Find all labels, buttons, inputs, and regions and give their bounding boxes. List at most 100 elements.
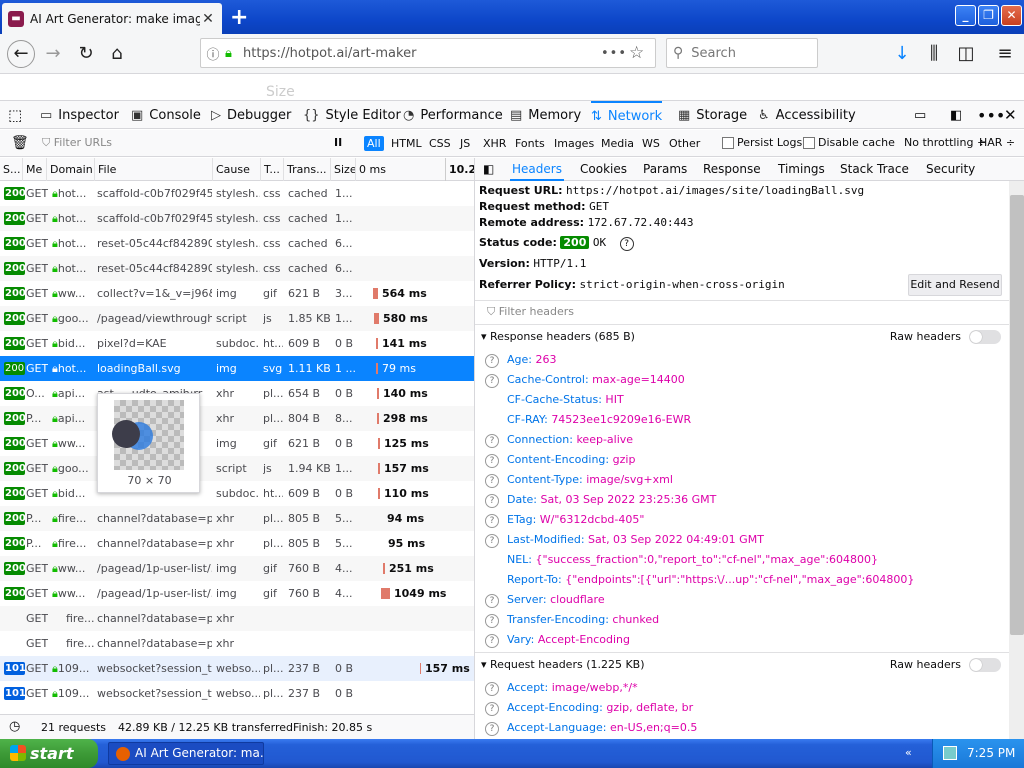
help-icon[interactable]: ? — [485, 534, 499, 548]
table-row[interactable]: 200 GET 🔒︎goo... script js 1.94 KB 1... 157 ms — [0, 456, 474, 481]
table-row[interactable]: GET fire...channel?database=pr... xhr — [0, 606, 474, 631]
help-icon[interactable]: ? — [485, 354, 499, 368]
tab-cookies[interactable]: Cookies — [578, 158, 629, 181]
close-tab-icon[interactable]: ✕ — [200, 11, 216, 27]
table-row[interactable]: 101 GET 🔒︎109... websocket?session_t... webs… — [0, 681, 474, 706]
help-icon[interactable]: ? — [485, 702, 499, 716]
page-actions-icon[interactable]: ••• — [601, 46, 629, 61]
table-row[interactable]: 200GET 🔒︎bid... pixel?d=KAE subdoc...ht... 6… — [0, 331, 474, 356]
help-icon[interactable]: ? — [485, 434, 499, 448]
tab-security[interactable]: Security — [924, 158, 977, 181]
col-status[interactable]: S... — [0, 158, 23, 181]
raw-headers-toggle[interactable] — [969, 330, 1001, 344]
back-icon[interactable]: ← — [7, 40, 35, 68]
tab-console[interactable]: ▣ Console — [131, 101, 201, 129]
tab-debugger[interactable]: ▷ Debugger — [211, 101, 291, 129]
url-bar[interactable]: ⓘ 🔒︎ https://hotpot.ai/art-maker ••• ☆ — [200, 38, 656, 68]
edit-and-resend-button[interactable]: Edit and Resend — [908, 274, 1002, 296]
raw-headers-toggle[interactable] — [969, 658, 1001, 672]
minimize-button[interactable]: _ — [955, 5, 976, 26]
help-icon[interactable]: ? — [485, 494, 499, 508]
tab-performance[interactable]: ◔ Performance — [403, 101, 503, 129]
reload-icon[interactable]: ↻ — [73, 41, 99, 67]
filter-all[interactable]: All — [364, 136, 384, 151]
table-row[interactable]: 200 GET 🔒︎ww... /pagead/1p-user-list/... img… — [0, 581, 474, 606]
filter-media[interactable]: Media — [598, 136, 637, 151]
help-icon[interactable]: ? — [485, 454, 499, 468]
filter-ws[interactable]: WS — [639, 136, 663, 151]
help-icon[interactable]: ? — [485, 682, 499, 696]
scrollbar-thumb[interactable] — [1010, 195, 1024, 635]
col-size[interactable]: Size — [331, 158, 356, 181]
new-tab-button[interactable]: + — [230, 5, 248, 30]
table-row[interactable]: 200 GET 🔒︎goo... /pagead/viewthrough... scri… — [0, 306, 474, 331]
trash-icon[interactable]: 🗑︎ — [11, 135, 29, 151]
help-icon[interactable]: ? — [485, 474, 499, 488]
filter-fonts[interactable]: Fonts — [512, 136, 548, 151]
throttling-select[interactable]: No throttling ÷ — [904, 136, 986, 149]
more-options-icon[interactable]: ••• — [977, 101, 1005, 129]
tab-headers[interactable]: Headers — [510, 158, 564, 181]
table-row[interactable]: 200 GET 🔒︎hot... scaffold-c0b7f029f45... sty… — [0, 181, 474, 206]
table-row[interactable]: 200GET 🔒︎ww... collect?v=1&_v=j96&... img gi… — [0, 281, 474, 306]
filter-css[interactable]: CSS — [426, 136, 454, 151]
tab-accessibility[interactable]: ♿︎ Accessibility — [758, 101, 856, 129]
tray-collapse-icon[interactable]: « — [905, 746, 912, 759]
request-headers-section[interactable]: ▾ Request headers (1.225 KB) Raw headers — [475, 652, 1009, 676]
response-headers-section[interactable]: ▾ Response headers (685 B) Raw headers — [475, 324, 1009, 348]
table-row[interactable]: 200 GET 🔒︎hot... loadingBall.svg img svg 1.11 … — [0, 356, 474, 381]
tab-inspector[interactable]: ▭ Inspector — [40, 101, 119, 129]
performance-analysis-icon[interactable]: ◷ — [9, 719, 20, 734]
help-icon[interactable]: ? — [485, 634, 499, 648]
window-close-button[interactable]: ✕ — [1001, 5, 1022, 26]
help-icon[interactable]: ? — [485, 722, 499, 736]
taskbar-item-firefox[interactable]: AI Art Generator: ma... — [108, 742, 264, 765]
tab-memory[interactable]: ▤ Memory — [510, 101, 581, 129]
table-row[interactable]: 200GET 🔒︎hot... reset-05c44cf842890... styl… — [0, 256, 474, 281]
har-select[interactable]: HAR ÷ — [979, 136, 1015, 149]
library-icon[interactable]: ⫼ — [921, 41, 947, 67]
table-row[interactable]: 200P... 🔒︎fire... channel?database=pr... xh… — [0, 506, 474, 531]
disable-cache-checkbox[interactable] — [803, 137, 815, 149]
table-row[interactable]: 200O...🔒︎api...ast-... udto_amih:rrxhrpl… — [0, 381, 474, 406]
pause-button[interactable]: II — [334, 136, 342, 149]
table-row[interactable]: 200GET 🔒︎hot... reset-05c44cf842890... styl… — [0, 231, 474, 256]
toggle-sidebar-icon[interactable]: ◧ — [483, 162, 494, 176]
home-icon[interactable]: ⌂ — [104, 41, 130, 67]
filter-other[interactable]: Other — [666, 136, 703, 151]
tab-style-editor[interactable]: {} Style Editor — [303, 101, 401, 129]
col-type[interactable]: T... — [261, 158, 284, 181]
col-domain[interactable]: Domain — [47, 158, 95, 181]
dock-icon[interactable]: ◧ — [950, 101, 962, 129]
menu-icon[interactable]: ≡ — [992, 41, 1018, 67]
element-picker-icon[interactable]: ⬚ — [8, 101, 22, 129]
filter-headers-input[interactable]: ⛉ Filter headers — [475, 300, 1009, 322]
col-method[interactable]: Me — [23, 158, 47, 181]
info-icon[interactable]: ⓘ — [201, 44, 225, 63]
tab-network[interactable]: ⇅ Network — [591, 101, 663, 129]
responsive-design-icon[interactable]: ▭ — [914, 101, 926, 129]
search-input[interactable]: ⚲ Search — [666, 38, 818, 68]
sidebar-icon[interactable]: ◫ — [953, 41, 979, 67]
table-row[interactable]: GET fire...channel?database=pr... xhr — [0, 631, 474, 656]
browser-tab[interactable]: ▬ AI Art Generator: make images w ✕ — [2, 3, 222, 34]
filter-js[interactable]: JS — [457, 136, 473, 151]
tab-storage[interactable]: ▦ Storage — [678, 101, 747, 129]
filter-html[interactable]: HTML — [388, 136, 425, 151]
tab-stack-trace[interactable]: Stack Trace — [838, 158, 911, 181]
close-devtools-icon[interactable]: ✕ — [1004, 101, 1017, 129]
help-icon[interactable]: ? — [485, 594, 499, 608]
table-row[interactable]: 101 GET 🔒︎109... websocket?session_t... webs… — [0, 656, 474, 681]
tab-timings[interactable]: Timings — [776, 158, 827, 181]
forward-icon[interactable]: → — [40, 41, 66, 67]
tab-params[interactable]: Params — [641, 158, 689, 181]
col-cause[interactable]: Cause — [213, 158, 261, 181]
tab-response[interactable]: Response — [701, 158, 763, 181]
table-row[interactable]: 200 GET 🔒︎ww... img gif 621 B 0 B 125 ms — [0, 431, 474, 456]
table-row[interactable]: 200P...🔒︎api......rrxhrpl...804 B8...298… — [0, 406, 474, 431]
filter-urls-input[interactable]: ⛉ Filter URLs — [42, 136, 112, 150]
details-scrollbar[interactable] — [1009, 181, 1024, 739]
table-row[interactable]: 200 GET 🔒︎ww... /pagead/1p-user-list/... img… — [0, 556, 474, 581]
help-icon[interactable]: ? — [485, 614, 499, 628]
col-transferred[interactable]: Trans... — [284, 158, 331, 181]
